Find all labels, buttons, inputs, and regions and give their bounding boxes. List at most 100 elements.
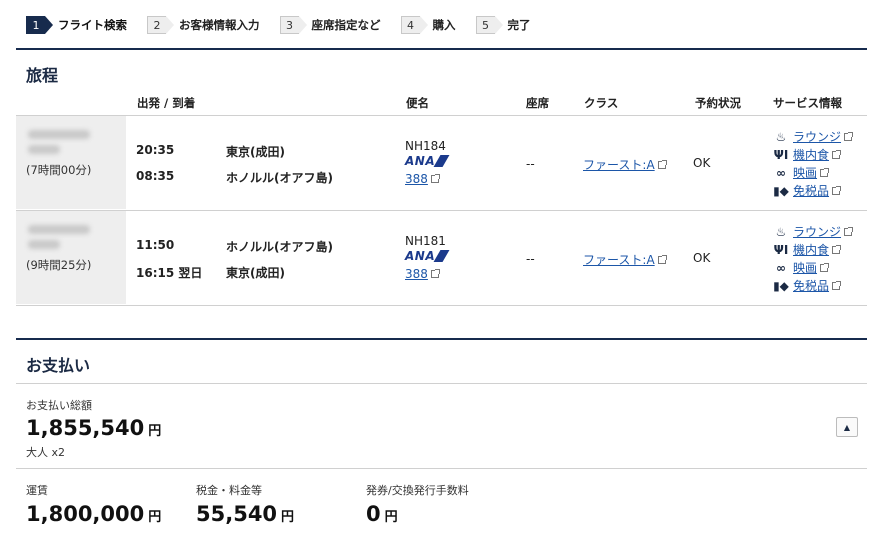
aircraft-link-wrap: 388: [405, 172, 440, 186]
service-movie: ∞ 映画: [773, 259, 830, 276]
external-link-icon: [832, 149, 842, 159]
flight-row: (7時間00分) 20:35 東京(成田) 08:35 ホノルル(オアフ島) N…: [16, 116, 867, 210]
reservation-status: OK: [693, 251, 711, 265]
departure-airport: ホノルル(オアフ島): [226, 240, 333, 254]
total-label: お支払い総額: [26, 399, 92, 412]
dutyfree-icon: ▮◆: [773, 278, 789, 293]
flight-duration: (7時間00分): [26, 163, 92, 177]
aircraft-link[interactable]: 388: [405, 172, 428, 186]
tax-label: 税金・料金等: [196, 484, 262, 497]
flight-number: NH184: [405, 139, 446, 153]
ana-logo: ANA: [405, 154, 450, 168]
progress-steps: 1 フライト検索 2 お客様情報入力 3 座席指定など 4 購入 5 完了: [26, 15, 551, 35]
external-link-icon: [844, 226, 854, 236]
section-rule: [16, 338, 867, 340]
step-3: 3 座席指定など: [279, 16, 381, 34]
section-rule: [16, 48, 867, 50]
payment-divider: [16, 468, 867, 469]
seat-value: --: [526, 252, 535, 266]
step-number: 4: [400, 16, 428, 34]
lounge-link[interactable]: ラウンジ: [793, 128, 841, 145]
external-link-icon: [820, 262, 830, 272]
step-2: 2 お客様情報入力: [147, 16, 260, 34]
external-link-icon: [430, 269, 440, 278]
step-1: 1 フライト検索: [26, 16, 127, 34]
class-link[interactable]: ファースト:A: [583, 158, 655, 172]
date-cell: (7時間00分): [16, 116, 126, 209]
header-status: 予約状況: [695, 96, 741, 110]
currency-unit: 円: [384, 510, 398, 525]
seat-value: --: [526, 157, 535, 171]
movie-link[interactable]: 映画: [793, 259, 817, 276]
header-seat: 座席: [526, 96, 549, 110]
dutyfree-link[interactable]: 免税品: [793, 182, 829, 199]
step-label: お客様情報入力: [179, 18, 260, 32]
step-5: 5 完了: [475, 16, 531, 34]
currency-unit: 円: [281, 510, 295, 525]
reservation-status: OK: [693, 156, 711, 170]
class-link-wrap: ファースト:A: [583, 156, 667, 173]
class-link[interactable]: ファースト:A: [583, 253, 655, 267]
header-services: サービス情報: [773, 96, 842, 110]
external-link-icon: [832, 280, 842, 290]
redacted-weekday: [28, 145, 60, 154]
service-movie: ∞ 映画: [773, 164, 830, 181]
fee-label: 発券/交換発行手数料: [366, 484, 469, 497]
payment-title: お支払い: [26, 356, 91, 375]
step-label: フライト検索: [58, 18, 127, 32]
payment-divider: [16, 383, 867, 384]
collapse-button[interactable]: ▲: [836, 417, 858, 437]
service-meal: ΨΙ 機内食: [773, 241, 842, 258]
service-lounge: ♨ ラウンジ: [773, 128, 854, 145]
step-number: 2: [147, 16, 174, 34]
service-meal: ΨΙ 機内食: [773, 146, 842, 163]
step-label: 完了: [507, 18, 531, 32]
tax-value: 55,540: [196, 502, 278, 526]
lounge-icon: ♨: [775, 129, 787, 144]
meal-link[interactable]: 機内食: [793, 241, 829, 258]
step-number: 1: [26, 16, 53, 34]
redacted-date: [28, 130, 90, 139]
header-flight: 便名: [406, 96, 429, 110]
lounge-link[interactable]: ラウンジ: [793, 223, 841, 240]
redacted-weekday: [28, 240, 60, 249]
external-link-icon: [844, 131, 854, 141]
fee-value: 0: [366, 502, 381, 526]
movie-link[interactable]: 映画: [793, 164, 817, 181]
header-dep-arr: 出発 / 到着: [137, 96, 196, 110]
class-link-wrap: ファースト:A: [583, 251, 667, 268]
passenger-count: 大人 x2: [26, 446, 66, 459]
arrival-airport: 東京(成田): [226, 266, 285, 280]
header-class: クラス: [584, 96, 619, 110]
external-link-icon: [832, 185, 842, 195]
dutyfree-icon: ▮◆: [773, 183, 789, 198]
step-number: 3: [279, 16, 307, 34]
service-lounge: ♨ ラウンジ: [773, 223, 854, 240]
dutyfree-link[interactable]: 免税品: [793, 277, 829, 294]
date-cell: (9時間25分): [16, 211, 126, 304]
lounge-icon: ♨: [775, 224, 787, 239]
arrival-time: 08:35: [136, 169, 175, 183]
meal-link[interactable]: 機内食: [793, 146, 829, 163]
aircraft-link[interactable]: 388: [405, 267, 428, 281]
arrival-airport: ホノルル(オアフ島): [226, 171, 333, 185]
chevron-up-icon: ▲: [843, 422, 851, 432]
arrival-time: 16:15 翌日: [136, 266, 203, 280]
currency-unit: 円: [148, 424, 162, 439]
redacted-date: [28, 225, 90, 234]
service-dutyfree: ▮◆ 免税品: [773, 277, 842, 294]
total-value: 1,855,540: [26, 416, 145, 440]
fare-label: 運賃: [26, 484, 48, 497]
external-link-icon: [657, 160, 667, 169]
departure-airport: 東京(成田): [226, 145, 285, 159]
tax-amount: 55,540 円: [196, 502, 294, 526]
meal-icon: ΨΙ: [773, 147, 789, 162]
departure-time: 20:35: [136, 143, 175, 157]
itinerary-title: 旅程: [26, 66, 59, 85]
flight-duration: (9時間25分): [26, 258, 92, 272]
movie-icon: ∞: [776, 165, 786, 180]
fee-amount: 0円: [366, 502, 398, 526]
meal-icon: ΨΙ: [773, 242, 789, 257]
aircraft-link-wrap: 388: [405, 267, 440, 281]
departure-time: 11:50: [136, 238, 175, 252]
